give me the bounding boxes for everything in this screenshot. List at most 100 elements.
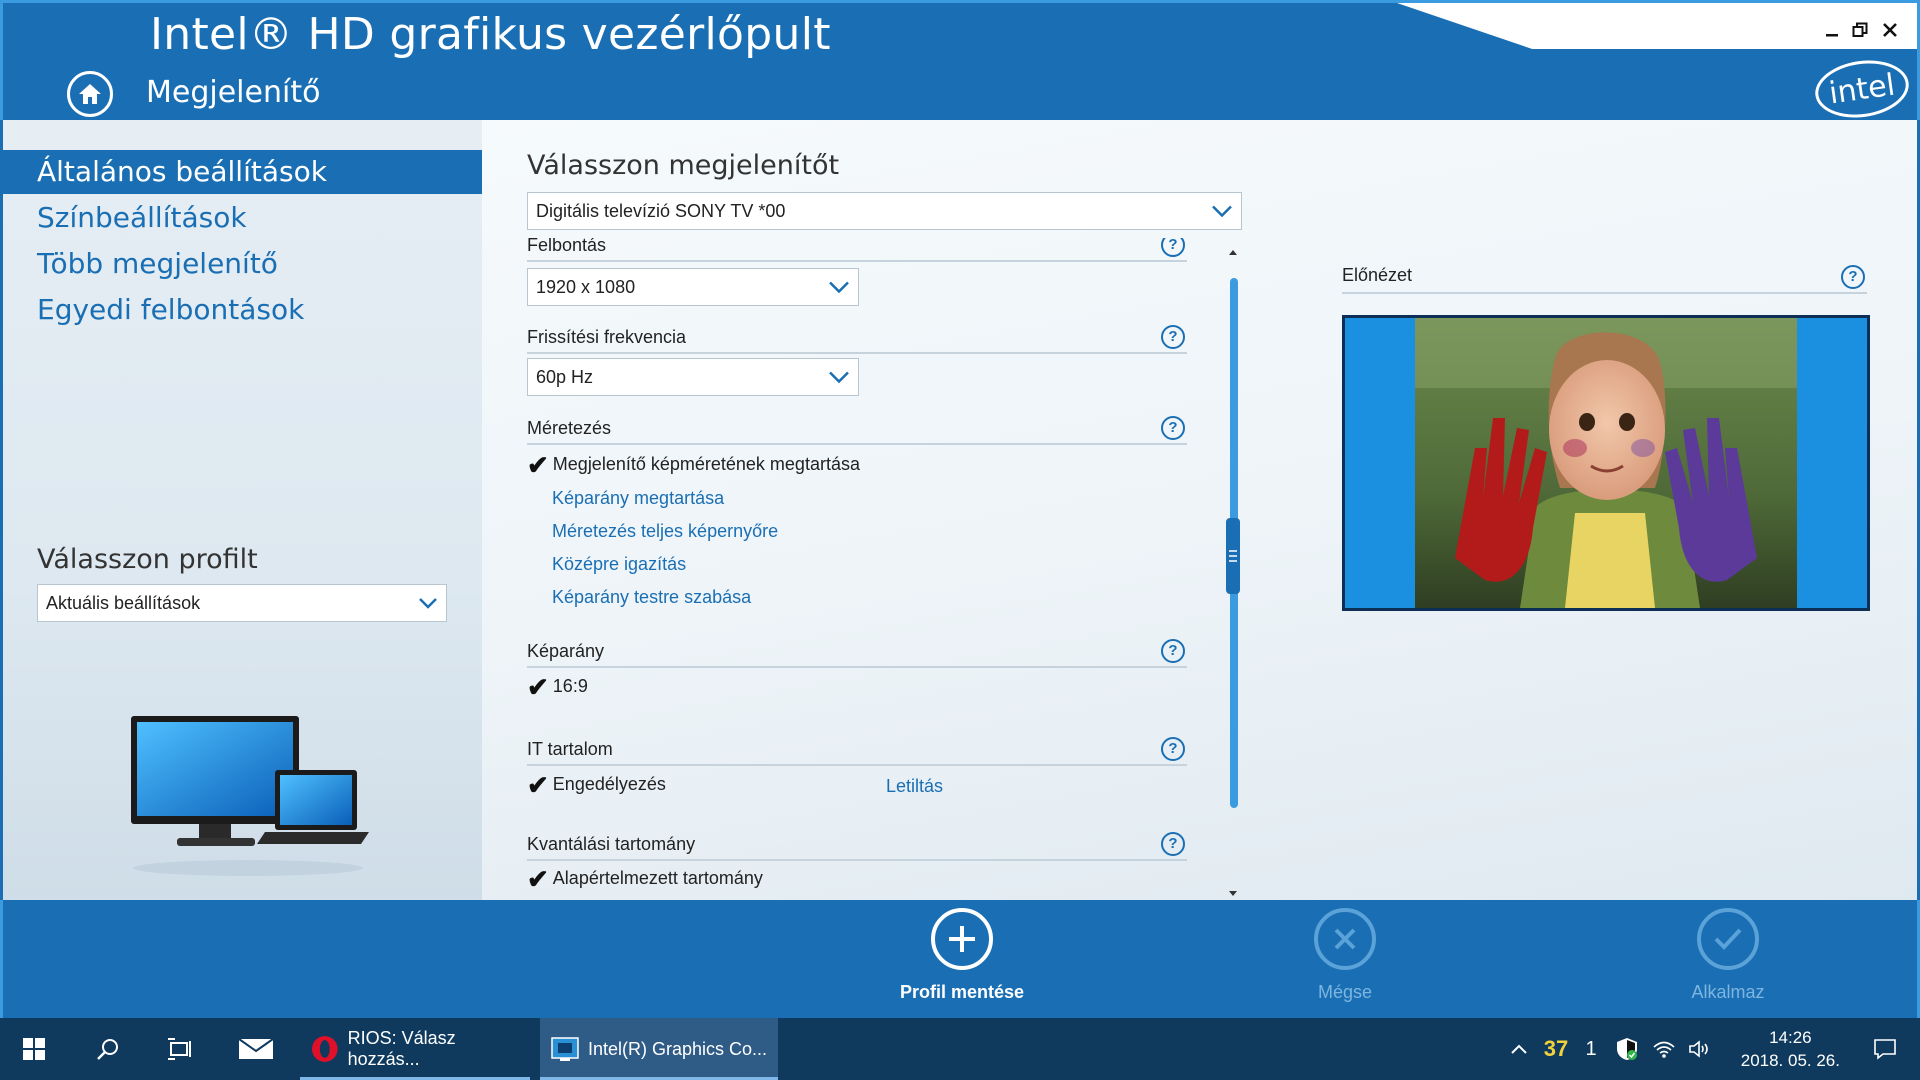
close-button[interactable] — [1877, 17, 1903, 43]
check-circle-icon — [1697, 908, 1759, 970]
chevron-down-icon — [829, 281, 849, 294]
clock[interactable]: 14:26 2018. 05. 26. — [1741, 1026, 1840, 1072]
refresh-select[interactable]: 60p Hz — [527, 358, 859, 396]
scaling-checked-label: Megjelenítő képméretének megtartása — [552, 454, 860, 474]
windows-logo-icon — [23, 1038, 45, 1060]
help-icon[interactable]: ? — [1161, 325, 1185, 349]
clock-time: 14:26 — [1769, 1028, 1812, 1047]
scaling-option-center[interactable]: Középre igazítás — [552, 554, 686, 575]
header: Intel® HD grafikus vezérlőpult Megjelení… — [0, 0, 1920, 120]
tray-count[interactable]: 1 — [1578, 1018, 1604, 1080]
defender-tray-button[interactable] — [1612, 1018, 1642, 1080]
save-profile-button[interactable]: Profil mentése — [852, 908, 1072, 1003]
profile-label: Válasszon profilt — [37, 544, 258, 575]
resolution-section-header: Felbontás ? — [527, 238, 1187, 262]
sidebar-item-custom-resolutions[interactable]: Egyedi felbontások — [3, 288, 482, 332]
scaling-option-custom-aspect[interactable]: Képarány testre szabása — [552, 587, 751, 608]
intel-graphics-icon — [551, 1037, 579, 1061]
settings-scroll-area[interactable]: Felbontás ? 1920 x 1080 Frissítési frekv… — [482, 238, 1222, 900]
refresh-select-value: 60p Hz — [536, 366, 594, 387]
restore-icon — [1852, 22, 1868, 37]
task-view-button[interactable] — [150, 1018, 210, 1080]
scaling-option-keep-aspect[interactable]: Képarány megtartása — [552, 488, 724, 509]
action-center-button[interactable] — [1862, 1018, 1908, 1080]
help-icon[interactable]: ? — [1161, 737, 1185, 761]
display-select-label: Válasszon megjelenítőt — [527, 150, 840, 181]
monitor-laptop-illustration — [131, 716, 369, 876]
scaling-option-full-screen[interactable]: Méretezés teljes képernyőre — [552, 521, 778, 542]
it-content-enable[interactable]: ✔ Engedélyezés — [527, 769, 666, 800]
it-content-enable-label: Engedélyezés — [552, 774, 666, 794]
mail-button[interactable] — [226, 1018, 286, 1080]
chevron-up-icon — [1511, 1044, 1527, 1054]
sidebar-item-color[interactable]: Színbeállítások — [3, 196, 482, 240]
scroll-up-arrow-icon[interactable] — [1228, 248, 1238, 256]
intel-graphics-window: Intel® HD grafikus vezérlőpult Megjelení… — [0, 0, 1920, 1080]
intel-logo: intel — [1811, 54, 1913, 120]
sidebar-item-multi-display[interactable]: Több megjelenítő — [3, 242, 482, 286]
tray-temperature[interactable]: 37 — [1538, 1018, 1574, 1080]
aspect-checked-label: 16:9 — [552, 676, 588, 696]
show-hidden-icons-button[interactable] — [1505, 1018, 1533, 1080]
preview-label: Előnézet — [1342, 265, 1413, 285]
shield-icon — [1617, 1038, 1637, 1060]
start-button[interactable] — [4, 1018, 64, 1080]
aspect-label: Képarány — [527, 641, 605, 661]
aspect-section-header: Képarány ? — [527, 638, 1187, 668]
restore-button[interactable] — [1847, 17, 1873, 43]
home-button[interactable] — [67, 71, 113, 117]
quant-label: Kvantálási tartomány — [527, 834, 696, 854]
refresh-label: Frissítési frekvencia — [527, 327, 687, 347]
checkmark-icon: ✔ — [527, 863, 549, 894]
it-content-section-header: IT tartalom ? — [527, 736, 1187, 766]
search-button[interactable] — [78, 1018, 138, 1080]
it-content-disable[interactable]: Letiltás — [886, 776, 943, 797]
opera-icon — [311, 1036, 338, 1062]
sidebar-item-general[interactable]: Általános beállítások — [3, 150, 482, 194]
speaker-icon — [1689, 1040, 1708, 1058]
quant-default-range[interactable]: ✔ Alapértelmezett tartomány — [527, 863, 763, 894]
scaling-label: Méretezés — [527, 418, 612, 438]
aspect-option-16-9[interactable]: ✔ 16:9 — [527, 671, 588, 702]
volume-tray-button[interactable] — [1684, 1018, 1716, 1080]
minimize-button[interactable] — [1819, 17, 1845, 43]
help-icon[interactable]: ? — [1161, 832, 1185, 856]
home-icon — [79, 84, 101, 104]
help-icon[interactable]: ? — [1841, 265, 1865, 289]
scroll-down-arrow-icon[interactable] — [1228, 890, 1238, 898]
taskbar-app-opera[interactable]: RIOS: Válasz hozzás... — [300, 1018, 530, 1080]
quant-checked-label: Alapértelmezett tartomány — [552, 868, 763, 888]
wifi-icon — [1653, 1041, 1675, 1058]
checkmark-icon: ✔ — [527, 671, 549, 702]
scroll-thumb[interactable] — [1226, 518, 1240, 594]
help-icon[interactable]: ? — [1161, 639, 1185, 663]
chevron-down-icon — [829, 371, 849, 384]
resolution-select[interactable]: 1920 x 1080 — [527, 268, 859, 306]
action-bar: Profil mentése Mégse Alkalmaz — [0, 900, 1920, 1018]
notification-icon — [1874, 1039, 1896, 1060]
grip-icon — [1229, 550, 1237, 562]
resolution-select-value: 1920 x 1080 — [536, 276, 636, 297]
refresh-section-header: Frissítési frekvencia ? — [527, 324, 1187, 354]
taskbar-app-intel-graphics[interactable]: Intel(R) Graphics Co... — [540, 1018, 778, 1080]
taskbar: RIOS: Válasz hozzás... Intel(R) Graphics… — [0, 1018, 1920, 1080]
cancel-label: Mégse — [1317, 982, 1373, 1002]
checkmark-icon: ✔ — [527, 769, 549, 800]
profile-select[interactable]: Aktuális beállítások — [37, 584, 447, 622]
apply-button[interactable]: Alkalmaz — [1618, 908, 1838, 1003]
profile-select-value: Aktuális beállítások — [46, 592, 201, 613]
scaling-maintain-display[interactable]: ✔ Megjelenítő képméretének megtartása — [527, 452, 860, 478]
help-icon[interactable]: ? — [1161, 238, 1185, 257]
taskbar-app-opera-label: RIOS: Válasz hozzás... — [347, 1028, 456, 1069]
cancel-button[interactable]: Mégse — [1235, 908, 1455, 1003]
help-icon[interactable]: ? — [1161, 416, 1185, 440]
apply-label: Alkalmaz — [1691, 982, 1765, 1002]
display-select-value: Digitális televízió SONY TV *00 — [536, 200, 786, 221]
mail-icon — [238, 1038, 274, 1059]
chevron-down-icon — [1212, 205, 1232, 218]
preview-image — [1342, 315, 1870, 611]
display-select[interactable]: Digitális televízió SONY TV *00 — [527, 192, 1242, 230]
scrollbar[interactable] — [1226, 248, 1240, 898]
wifi-tray-button[interactable] — [1648, 1018, 1680, 1080]
intel-logo-text: intel — [1826, 67, 1898, 111]
